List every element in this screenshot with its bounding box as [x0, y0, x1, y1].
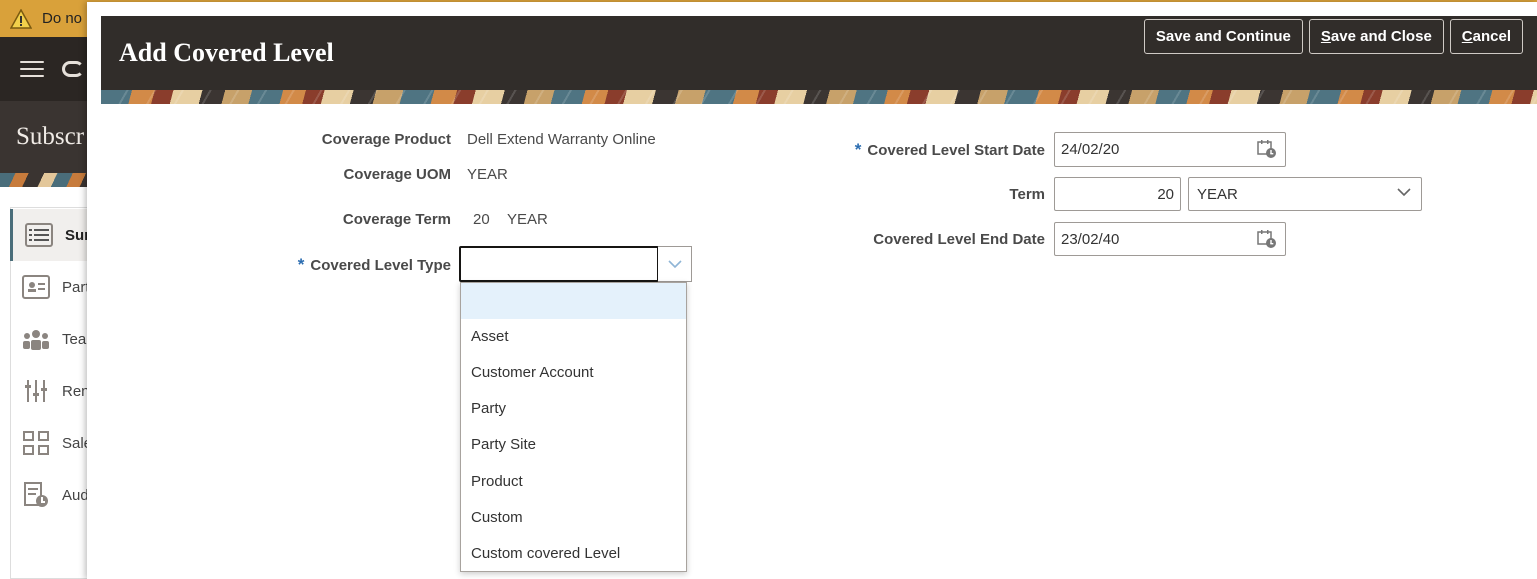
nav-item-label: Aud: [62, 486, 89, 504]
term-label: Term: [1009, 186, 1045, 203]
coverage-term-label: Coverage Term: [342, 211, 451, 228]
required-indicator: *: [854, 140, 862, 159]
covered-level-type-input[interactable]: [459, 246, 659, 282]
dropdown-option-product[interactable]: Product: [461, 463, 686, 499]
chevron-down-icon[interactable]: [658, 246, 692, 282]
dialog-decorative-band: [101, 90, 1537, 104]
team-icon: [22, 327, 50, 351]
sliders-icon: [22, 379, 50, 403]
dropdown-option-party-site[interactable]: Party Site: [461, 426, 686, 462]
list-icon: [25, 223, 53, 247]
term-input[interactable]: 20: [1054, 177, 1181, 211]
dropdown-option-asset[interactable]: Asset: [461, 318, 686, 354]
coverage-term-value: 20: [473, 211, 490, 228]
end-date-value: 23/02/40: [1061, 230, 1120, 248]
chevron-down-icon[interactable]: [1397, 188, 1411, 197]
page-title: Subscr: [16, 123, 85, 150]
start-date-label: * Covered Level Start Date: [855, 140, 1045, 160]
warning-icon: [10, 8, 32, 29]
start-date-input[interactable]: 24/02/20: [1054, 132, 1286, 167]
grid-icon: [22, 431, 50, 455]
cancel-accesskey: C: [1461, 28, 1473, 45]
save-and-continue-button[interactable]: Save and Continue: [1143, 19, 1303, 54]
term-unit-select[interactable]: YEAR: [1188, 177, 1422, 211]
cancel-label: ancel: [1472, 28, 1511, 45]
start-date-label-text: Covered Level Start Date: [867, 142, 1045, 159]
end-date-label: Covered Level End Date: [873, 231, 1045, 248]
dropdown-option-blank[interactable]: [461, 283, 686, 319]
start-date-value: 24/02/20: [1061, 141, 1120, 158]
cancel-button[interactable]: Cancel: [1449, 19, 1523, 54]
coverage-uom-label: Coverage UOM: [343, 166, 451, 183]
coverage-product-value: Dell Extend Warranty Online: [467, 131, 656, 148]
covered-level-type-label: * Covered Level Type: [298, 255, 451, 275]
nav-item-label: Part: [62, 278, 90, 296]
warning-text: Do no: [42, 10, 83, 27]
calendar-icon[interactable]: [1257, 229, 1277, 249]
dropdown-option-custom[interactable]: Custom: [461, 499, 686, 535]
required-indicator: *: [297, 255, 305, 274]
covered-level-type-dropdown: Asset Customer Account Party Party Site …: [460, 282, 687, 572]
covered-level-type-label-text: Covered Level Type: [310, 257, 451, 274]
nav-item-label: Ren: [62, 382, 90, 400]
term-unit-value: YEAR: [1197, 185, 1238, 203]
save-and-close-button[interactable]: Save and Close: [1308, 19, 1444, 54]
save-close-label: ave and Close: [1330, 28, 1432, 45]
document-clock-icon: [22, 482, 50, 507]
coverage-uom-value: YEAR: [467, 166, 508, 183]
coverage-product-label: Coverage Product: [321, 131, 451, 148]
app-logo-icon: [62, 61, 84, 77]
dropdown-option-custom-covered-level[interactable]: Custom covered Level: [461, 535, 686, 571]
save-close-accesskey: S: [1320, 28, 1331, 45]
nav-item-label: Tea: [62, 330, 87, 348]
dialog-actions: Save and Continue Save and Close Cancel: [1143, 19, 1523, 54]
dialog-title: Add Covered Level: [119, 38, 334, 67]
covered-level-type-select[interactable]: [459, 246, 692, 282]
calendar-icon[interactable]: [1257, 139, 1277, 159]
dropdown-option-party[interactable]: Party: [461, 390, 686, 426]
coverage-term-unit: YEAR: [507, 211, 548, 228]
hamburger-menu-icon[interactable]: [20, 61, 44, 77]
term-value: 20: [1157, 185, 1174, 203]
dropdown-option-customer-account[interactable]: Customer Account: [461, 354, 686, 390]
add-covered-level-dialog: Add Covered Level Save and Continue Save…: [87, 2, 1537, 579]
id-card-icon: [22, 275, 50, 299]
end-date-input[interactable]: 23/02/40: [1054, 222, 1286, 256]
